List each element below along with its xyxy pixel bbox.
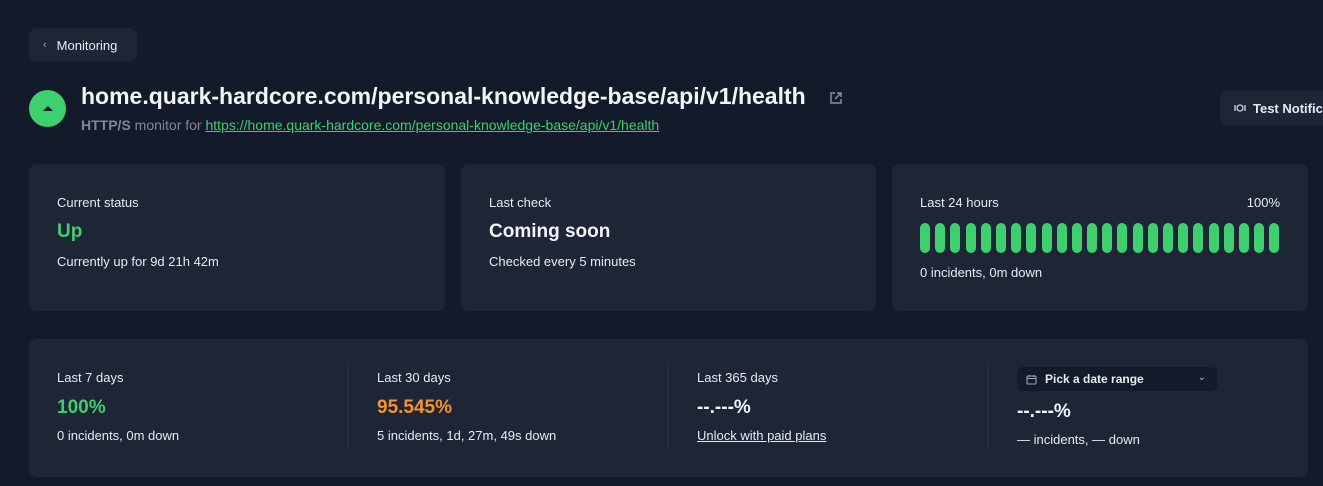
- divider: [348, 366, 349, 448]
- uptime-bar[interactable]: [965, 223, 976, 253]
- divider: [988, 366, 989, 448]
- uptime-bar[interactable]: [1132, 223, 1143, 253]
- uptime-bar[interactable]: [1117, 223, 1128, 253]
- uptime-bar[interactable]: [920, 223, 930, 253]
- period-30d-detail: 5 incidents, 1d, 27m, 49s down: [377, 428, 557, 443]
- current-status-card: Current status Up Currently up for 9d 21…: [29, 164, 445, 311]
- period-30d-value: 95.545%: [377, 397, 453, 418]
- calendar-icon: [1026, 374, 1037, 385]
- test-notification-button[interactable]: Test Notifica: [1220, 90, 1323, 126]
- monitor-subtitle: HTTP/S monitor for https://home.quark-ha…: [81, 117, 659, 133]
- period-30d-label: Last 30 days: [377, 370, 451, 385]
- chevron-left-icon: ‹: [43, 39, 47, 51]
- period-7d-value: 100%: [57, 397, 106, 418]
- uptime-bar[interactable]: [1193, 223, 1204, 253]
- page-title: home.quark-hardcore.com/personal-knowled…: [81, 83, 806, 109]
- uptime-bar[interactable]: [950, 223, 961, 253]
- uptime-bar[interactable]: [935, 223, 946, 253]
- uptime-bar[interactable]: [1026, 223, 1037, 253]
- unlock-paid-plans-link[interactable]: Unlock with paid plans: [697, 428, 826, 443]
- back-button-label: Monitoring: [56, 37, 118, 53]
- period-7d-label: Last 7 days: [57, 370, 124, 385]
- back-to-monitoring-button[interactable]: ‹ Monitoring: [29, 28, 137, 62]
- divider: [668, 366, 669, 448]
- last-24h-percent: 100%: [1246, 195, 1280, 210]
- status-up-indicator: [29, 90, 66, 127]
- uptime-bar[interactable]: [1254, 223, 1265, 253]
- uptime-bar[interactable]: [1102, 223, 1113, 253]
- current-status-label: Current status: [57, 195, 139, 210]
- date-range-label: Pick a date range: [1045, 372, 1144, 386]
- last-24h-detail: 0 incidents, 0m down: [920, 265, 1043, 280]
- last-check-detail: Checked every 5 minutes: [489, 254, 636, 269]
- uptime-bar[interactable]: [1223, 223, 1234, 253]
- uptime-bar[interactable]: [1011, 223, 1022, 253]
- arrow-up-icon: [42, 106, 53, 111]
- broadcast-icon: [1234, 104, 1246, 112]
- current-status-value: Up: [57, 221, 83, 242]
- last-check-label: Last check: [489, 195, 552, 210]
- test-notification-label: Test Notifica: [1253, 100, 1323, 116]
- period-7d-detail: 0 incidents, 0m down: [57, 428, 180, 443]
- uptime-bar[interactable]: [1087, 223, 1098, 253]
- protocol-label: HTTP/S: [81, 117, 131, 133]
- uptime-bar[interactable]: [1269, 223, 1280, 253]
- uptime-bars: [920, 223, 1280, 253]
- uptime-bar[interactable]: [995, 223, 1006, 253]
- uptime-bar[interactable]: [1041, 223, 1052, 253]
- period-365d-label: Last 365 days: [697, 370, 778, 385]
- monitor-for-text: monitor for: [134, 117, 202, 133]
- period-custom-detail: — incidents, — down: [1017, 432, 1140, 447]
- uptime-bar[interactable]: [1163, 223, 1173, 253]
- uptime-bar[interactable]: [1056, 223, 1067, 253]
- last-24h-card: Last 24 hours 100% 0 incidents, 0m down: [892, 164, 1308, 311]
- last-check-card: Last check Coming soon Checked every 5 m…: [461, 164, 876, 311]
- uptime-bar[interactable]: [1178, 223, 1189, 253]
- uptime-bar[interactable]: [1147, 223, 1158, 253]
- monitor-url-link[interactable]: https://home.quark-hardcore.com/personal…: [205, 117, 659, 133]
- uptime-bar[interactable]: [1238, 223, 1249, 253]
- last-check-value: Coming soon: [489, 221, 611, 242]
- date-range-picker[interactable]: Pick a date range ⌄: [1017, 367, 1217, 391]
- period-365d-value: --.---%: [697, 397, 751, 418]
- uptime-bar[interactable]: [980, 223, 991, 253]
- chevron-down-icon: ⌄: [1197, 372, 1206, 383]
- external-link-icon[interactable]: [829, 91, 843, 105]
- period-custom-value: --.---%: [1017, 401, 1071, 422]
- periods-card: Last 7 days 100% 0 incidents, 0m down La…: [29, 339, 1308, 477]
- uptime-bar[interactable]: [1071, 223, 1082, 253]
- current-status-detail: Currently up for 9d 21h 42m: [57, 254, 219, 269]
- uptime-bar[interactable]: [1208, 223, 1219, 253]
- last-24h-label: Last 24 hours: [920, 195, 999, 210]
